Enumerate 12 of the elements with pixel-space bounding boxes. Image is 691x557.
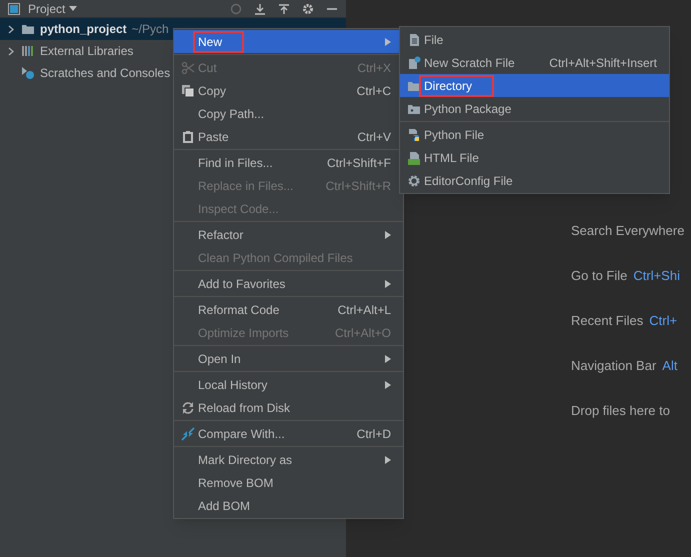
tree-item-label: External Libraries [40, 43, 134, 60]
hint-shortcut: Ctrl+ [649, 312, 678, 330]
hint-shortcut: Ctrl+Shi [633, 267, 680, 286]
tree-item-label: Scratches and Consoles [40, 65, 170, 82]
tree-item-path: ~/Pych [132, 21, 169, 38]
tree-item-label: python_project [40, 21, 127, 38]
editor-hint: Navigation Bar [571, 357, 656, 376]
editor-hint: Recent Files [571, 312, 644, 330]
editor-hint: Go to File [571, 267, 628, 286]
hint-shortcut: Alt [662, 357, 678, 376]
editor-hint: Drop files here to [571, 402, 670, 420]
editor-hint: Search Everywhere [571, 222, 684, 240]
